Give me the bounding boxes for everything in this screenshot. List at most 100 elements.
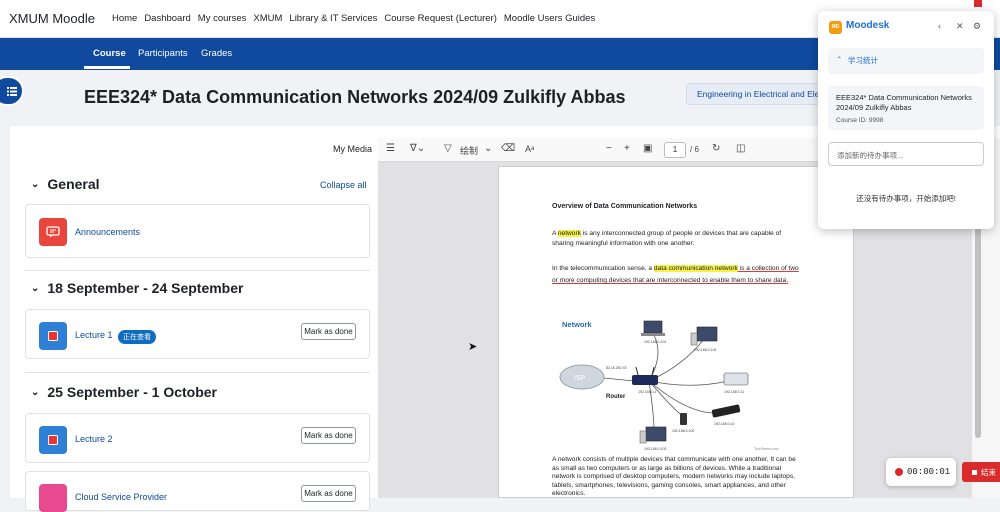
zoom-out-icon[interactable]: −: [606, 143, 612, 154]
activity-card-lecture-1: Lecture 1 正在查看 Mark as done: [25, 309, 370, 359]
recording-dot-icon: [895, 468, 903, 476]
course-index-toggle-button[interactable]: [0, 76, 24, 106]
diagram-title: Network: [562, 320, 592, 329]
svg-text:192.168.0.10: 192.168.0.10: [714, 422, 734, 426]
activity-card-announcements: Announcements: [25, 204, 370, 258]
tab-grades[interactable]: Grades: [201, 48, 232, 59]
close-icon[interactable]: ✕: [956, 21, 964, 32]
section-title: General: [47, 176, 100, 192]
mark-as-done-button[interactable]: Mark as done: [301, 427, 356, 444]
notification-indicator: [974, 0, 982, 7]
svg-text:192.168.0.100: 192.168.0.100: [672, 429, 694, 433]
zoom-in-icon[interactable]: +: [624, 143, 630, 154]
todo-input[interactable]: 添加新的待办事项...: [828, 142, 984, 166]
highlighted-text: network: [557, 230, 581, 237]
doc-paragraph-2: In the telecommunication sense, a data c…: [552, 265, 799, 284]
pdf-page: Overview of Data Communication Networks …: [498, 166, 854, 498]
resource-file-icon: [39, 484, 67, 512]
tab-participants[interactable]: Participants: [138, 48, 188, 59]
view-mode-icon[interactable]: ◫: [736, 143, 745, 154]
moodesk-title: Moodesk: [846, 20, 890, 31]
nav-link-dashboard[interactable]: Dashboard: [144, 13, 190, 24]
svg-text:192.168.0.1: 192.168.0.1: [638, 390, 657, 394]
network-diagram: Network ISP Router 192.168.0.1 82.15.250…: [559, 320, 779, 451]
chevron-down-icon: ⌄: [31, 178, 40, 190]
section-title: 25 September - 1 October: [47, 384, 218, 400]
highlight-tool-icon[interactable]: ∇⌄: [410, 143, 425, 154]
resource-file-icon: [39, 322, 67, 350]
doc-title: Overview of Data Communication Networks: [552, 203, 698, 210]
list-icon: [7, 86, 17, 96]
svg-text:82.15.250.78: 82.15.250.78: [606, 366, 626, 370]
stop-square-icon: [972, 470, 977, 475]
section-header-week1[interactable]: ⌄ 18 September - 24 September: [31, 280, 243, 296]
resource-file-icon: [39, 426, 67, 454]
mark-as-done-button[interactable]: Mark as done: [301, 323, 356, 340]
svg-text:TechTerms.com: TechTerms.com: [754, 447, 779, 451]
nav-link-xmum[interactable]: XMUM: [253, 13, 282, 24]
section-divider: [25, 270, 370, 271]
page-number-input[interactable]: 1: [664, 142, 686, 158]
mouse-cursor-icon: ➤: [468, 341, 478, 353]
nav-link-library[interactable]: Library & IT Services: [289, 13, 377, 24]
draw-tool-icon[interactable]: ▽: [444, 143, 452, 154]
eraser-icon[interactable]: ⌫: [501, 143, 515, 154]
category-badge[interactable]: Engineering in Electrical and Elec: [686, 83, 826, 105]
doc-paragraph-1: A network is any interconnected group of…: [552, 230, 782, 247]
activity-link-cloud-service-provider[interactable]: Cloud Service Provider: [75, 492, 167, 502]
forum-icon: [39, 218, 67, 246]
stop-recording-button[interactable]: 结束: [962, 462, 1000, 482]
settings-gear-icon[interactable]: ⚙: [973, 21, 981, 32]
svg-text:192.168.0.103: 192.168.0.103: [644, 447, 666, 451]
study-stats-toggle[interactable]: ⌃ 学习统计: [828, 48, 984, 74]
moodesk-course-name: EEE324* Data Communication Networks 2024…: [836, 93, 972, 112]
back-arrow-icon[interactable]: ‹: [938, 21, 941, 31]
highlighted-text: data communication network: [653, 265, 738, 272]
viewing-badge: 正在查看: [118, 330, 156, 344]
activity-link-lecture-1[interactable]: Lecture 1: [75, 330, 113, 340]
recording-time: 00:00:01: [907, 467, 951, 477]
text-tool-icon[interactable]: Aᵃ: [525, 144, 534, 154]
chevron-up-icon: ⌃: [836, 55, 843, 64]
section-header-week2[interactable]: ⌄ 25 September - 1 October: [31, 384, 217, 400]
page-total: / 6: [690, 145, 699, 154]
nav-link-my-courses[interactable]: My courses: [198, 13, 247, 24]
section-divider: [25, 372, 370, 373]
moodesk-course-card: EEE324* Data Communication Networks 2024…: [828, 86, 984, 130]
moodesk-logo-icon: MD: [829, 21, 842, 34]
nav-link-course-request[interactable]: Course Request (Lecturer): [384, 13, 496, 24]
my-media-link[interactable]: My Media: [333, 144, 372, 154]
chevron-down-icon: ⌄: [31, 282, 40, 294]
draw-tool-label[interactable]: 绘制: [460, 144, 478, 157]
site-brand[interactable]: XMUM Moodle: [9, 11, 95, 26]
rotate-icon[interactable]: ↻: [712, 143, 720, 154]
fit-page-icon[interactable]: ▣: [643, 143, 652, 154]
nav-link-users-guides[interactable]: Moodle Users Guides: [504, 13, 595, 24]
mark-as-done-button[interactable]: Mark as done: [301, 485, 356, 502]
tab-course[interactable]: Course: [93, 48, 126, 59]
chevron-down-icon: ⌄: [31, 386, 40, 398]
active-tab-indicator: [84, 66, 130, 69]
moodesk-panel: MD Moodesk ‹ ✕ ⚙ ⌃ 学习统计 EEE324* Data Com…: [818, 11, 994, 229]
svg-text:192.168.0.104: 192.168.0.104: [694, 348, 716, 352]
course-sections: My Media ⌄ General Collapse all Announce…: [10, 126, 378, 512]
activity-link-lecture-2[interactable]: Lecture 2: [75, 434, 113, 444]
activity-card-cloud-service-provider: Cloud Service Provider Mark as done: [25, 471, 370, 512]
svg-text:192.168.0.11: 192.168.0.11: [724, 390, 744, 394]
svg-text:192.168.0.101: 192.168.0.101: [644, 340, 666, 344]
study-stats-label: 学习统计: [848, 56, 878, 65]
sidebar-toggle-icon[interactable]: ☰: [386, 143, 395, 154]
todo-empty-state: 还没有待办事项，开始添加吧!: [856, 194, 956, 203]
activity-card-lecture-2: Lecture 2 Mark as done: [25, 413, 370, 463]
collapse-all-link[interactable]: Collapse all: [320, 180, 367, 190]
nav-link-home[interactable]: Home: [112, 13, 137, 24]
chevron-down-icon[interactable]: ⌄: [484, 143, 492, 154]
section-title: 18 September - 24 September: [47, 280, 244, 296]
moodesk-course-id: Course ID: 9998: [836, 117, 884, 124]
section-header-general[interactable]: ⌄ General: [31, 176, 100, 192]
router-label: Router: [606, 394, 626, 400]
doc-paragraph-3: A network consists of multiple devices t…: [552, 456, 796, 497]
activity-link-announcements[interactable]: Announcements: [75, 227, 140, 237]
recorder-timer: 00:00:01: [886, 458, 956, 486]
page-title: EEE324* Data Communication Networks 2024…: [84, 87, 626, 107]
